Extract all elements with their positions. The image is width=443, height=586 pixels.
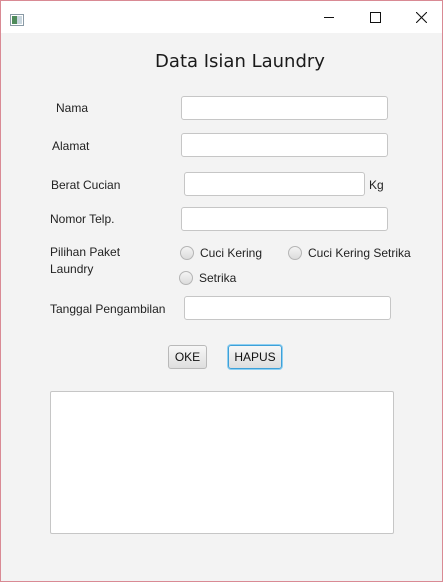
minimize-button[interactable]: [306, 1, 352, 33]
minimize-icon: [324, 17, 334, 18]
alamat-input[interactable]: [181, 133, 388, 157]
title-bar[interactable]: [1, 1, 442, 33]
form-title: Data Isian Laundry: [155, 51, 325, 72]
output-textarea[interactable]: [50, 391, 394, 534]
tanggal-input[interactable]: [184, 296, 391, 320]
app-window: Data Isian Laundry Nama Alamat Berat Cuc…: [0, 0, 443, 582]
telp-input[interactable]: [181, 207, 388, 231]
nama-input[interactable]: [181, 96, 388, 120]
radio-circle: [180, 246, 194, 260]
background-text-fragment: [2, 581, 442, 586]
alamat-label: Alamat: [52, 139, 90, 153]
nama-label: Nama: [56, 101, 89, 115]
java-app-icon: [10, 11, 24, 26]
berat-input[interactable]: [184, 172, 365, 196]
radio-cuci-kering-setrika[interactable]: Cuci Kering Setrika: [288, 244, 411, 262]
radio-setrika-label: Setrika: [199, 271, 237, 285]
paket-label: Pilihan Paket Laundry: [50, 245, 121, 276]
maximize-icon: [370, 12, 381, 23]
berat-label: Berat Cucian: [51, 178, 121, 192]
radio-cuci-kering-setrika-label: Cuci Kering Setrika: [308, 246, 411, 260]
radio-cuci-kering-label: Cuci Kering: [200, 246, 263, 260]
telp-label: Nomor Telp.: [50, 212, 115, 226]
hapus-button[interactable]: HAPUS: [228, 345, 282, 369]
tanggal-label: Tanggal Pengambilan: [50, 302, 166, 316]
close-button[interactable]: [398, 1, 442, 33]
oke-button[interactable]: OKE: [168, 345, 207, 369]
radio-setrika[interactable]: Setrika: [179, 269, 236, 287]
maximize-button[interactable]: [352, 1, 398, 33]
radio-cuci-kering[interactable]: Cuci Kering: [180, 244, 262, 262]
radio-circle: [179, 271, 193, 285]
close-icon: [416, 12, 427, 23]
berat-unit-label: Kg: [369, 178, 384, 192]
radio-circle: [288, 246, 302, 260]
